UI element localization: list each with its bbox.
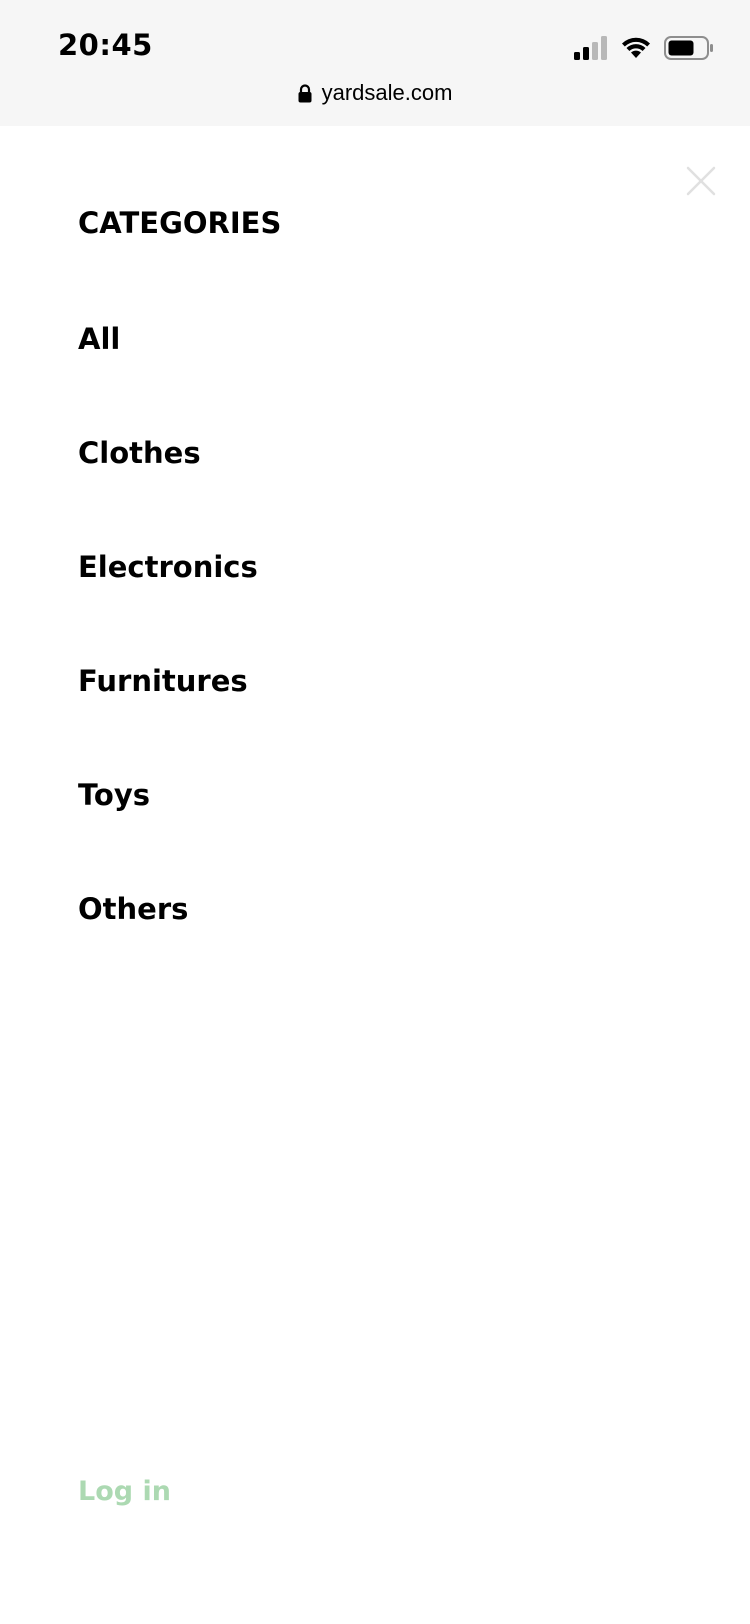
status-time: 20:45 xyxy=(58,28,153,62)
url-text: yardsale.com xyxy=(321,80,453,105)
menu-title: CATEGORIES xyxy=(78,206,282,240)
category-item-all[interactable]: All xyxy=(78,322,120,356)
category-item-others[interactable]: Others xyxy=(78,892,188,926)
signal-icon xyxy=(574,36,607,60)
category-item-electronics[interactable]: Electronics xyxy=(78,550,258,584)
mobile-screen: 20:45 yardsale.com CATEGORIES All Clothe… xyxy=(0,0,750,1624)
browser-header: 20:45 yardsale.com xyxy=(0,0,750,126)
category-item-furnitures[interactable]: Furnitures xyxy=(78,664,248,698)
battery-icon xyxy=(664,36,713,60)
login-link[interactable]: Log in xyxy=(78,1476,171,1507)
status-icons xyxy=(574,34,714,62)
category-item-toys[interactable]: Toys xyxy=(78,778,150,812)
lock-icon xyxy=(298,83,312,102)
close-icon[interactable] xyxy=(686,166,716,196)
category-item-clothes[interactable]: Clothes xyxy=(78,436,201,470)
wifi-icon xyxy=(622,37,650,58)
url-bar[interactable]: yardsale.com xyxy=(0,80,750,106)
